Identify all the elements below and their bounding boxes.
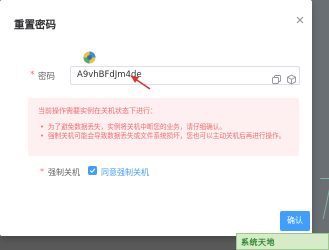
force-shutdown-row: * 强制关机 同意强制关机 <box>40 165 240 179</box>
force-shutdown-label: 强制关机 <box>48 168 80 177</box>
checkmark-icon <box>89 168 96 173</box>
alert-item: 为了避免数据丢失，实例将关机中断您的业务，请仔细确认。 <box>40 123 226 131</box>
password-input[interactable]: A9vhBFdJm4de <box>70 66 300 85</box>
password-value: A9vhBFdJm4de <box>77 70 142 80</box>
required-mark: * <box>30 70 35 80</box>
alert-title: 当前操作需要实例在关机状态下进行： <box>38 107 157 115</box>
password-label: 密码 <box>38 72 56 82</box>
force-shutdown-checkbox[interactable] <box>88 166 97 175</box>
watermark: 系统天地 <box>236 233 329 250</box>
force-shutdown-checkbox-label[interactable]: 同意强制关机 <box>101 167 149 178</box>
copy-icon[interactable] <box>271 70 282 84</box>
required-mark: * <box>40 167 44 176</box>
watermark-text: 系统天地 <box>241 238 275 247</box>
alert-item: 强制关机可能会导致数据丢失或文件系统损坏，您也可以主动关机后再进行操作。 <box>40 132 285 140</box>
password-row: * 密码 A9vhBFdJm4de <box>30 66 302 86</box>
warning-alert: 当前操作需要实例在关机状态下进行： 为了避免数据丢失，实例将关机中断您的业务，请… <box>28 98 299 156</box>
regenerate-icon[interactable] <box>286 70 297 85</box>
confirm-button[interactable]: 确认 <box>280 211 310 231</box>
close-icon <box>296 16 304 24</box>
reset-password-dialog: 重置密码 * 密码 A9vhBFdJm4de 当前操作需要实例在关机状态下进行：… <box>0 0 312 236</box>
close-button[interactable] <box>294 14 306 26</box>
dialog-title: 重置密码 <box>14 19 56 31</box>
logo-icon <box>83 49 96 64</box>
alert-item-text: 强制关机可能会导致数据丢失或文件系统损坏，您也可以主动关机后再进行操作。 <box>47 132 286 140</box>
